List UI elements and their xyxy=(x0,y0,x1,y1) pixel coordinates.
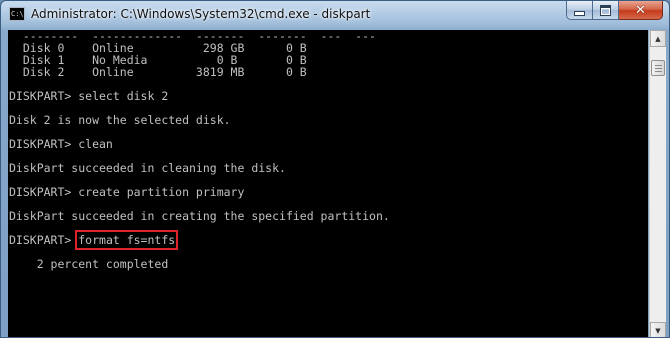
console-lines: -------- ------------- ------- ------- -… xyxy=(9,30,390,270)
scroll-down-button[interactable]: ▼ xyxy=(650,322,666,337)
window-controls: ✕ xyxy=(566,1,663,20)
arrow-down-icon: ▼ xyxy=(655,326,661,335)
format-command: format fs=ntfs xyxy=(75,230,179,250)
grip-line xyxy=(655,68,662,69)
scrollbar-thumb[interactable] xyxy=(651,60,665,76)
console-line: Disk 2 is now the selected disk. xyxy=(9,113,231,127)
maximize-button[interactable] xyxy=(593,1,619,20)
title-bar[interactable]: C:\ Administrator: C:\Windows\System32\c… xyxy=(1,1,669,29)
console-line: DiskPart succeeded in creating the speci… xyxy=(9,209,390,223)
current-command-line: DISKPART> format fs=ntfs xyxy=(9,230,390,250)
minimize-button[interactable] xyxy=(566,1,593,20)
grip-line xyxy=(655,71,662,72)
progress-line: 2 percent completed xyxy=(9,257,169,271)
console-line: Disk 2 Online 3819 MB 0 B xyxy=(9,65,307,79)
grip-line xyxy=(655,65,662,66)
close-icon: ✕ xyxy=(635,2,646,18)
window-title: Administrator: C:\Windows\System32\cmd.e… xyxy=(31,7,371,21)
console-line: DISKPART> clean xyxy=(9,137,113,151)
close-button[interactable]: ✕ xyxy=(619,1,663,20)
console-line: DISKPART> select disk 2 xyxy=(9,89,169,103)
console-line: DISKPART> create partition primary xyxy=(9,185,245,199)
scroll-up-button[interactable]: ▲ xyxy=(650,30,666,47)
minimize-icon xyxy=(574,10,585,16)
maximize-icon xyxy=(600,4,611,16)
vertical-scrollbar[interactable]: ▲ ▼ xyxy=(649,30,666,337)
diskpart-prompt: DISKPART> xyxy=(9,233,79,247)
console-output[interactable]: -------- ------------- ------- ------- -… xyxy=(8,30,648,337)
cmd-icon[interactable]: C:\ xyxy=(9,7,25,21)
arrow-up-icon: ▲ xyxy=(655,34,661,43)
console-line: DiskPart succeeded in cleaning the disk. xyxy=(9,161,286,175)
cmd-window: C:\ Administrator: C:\Windows\System32\c… xyxy=(0,0,670,338)
